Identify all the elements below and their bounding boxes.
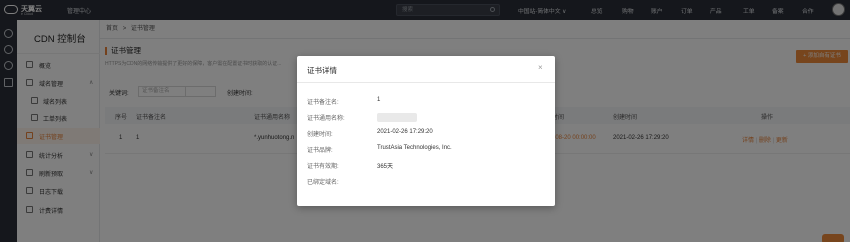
field-cert-note-name: 证书备注名: 1 — [307, 97, 547, 107]
field-value: TrustAsia Technologies, Inc. — [377, 145, 452, 151]
certificate-detail-dialog: 证书详情 × 证书备注名: 1 证书通用名称: 创建时间: 2021-02-26… — [297, 56, 555, 206]
dialog-title: 证书详情 — [307, 66, 337, 75]
field-label: 创建时间: — [307, 132, 333, 138]
redacted-value — [377, 113, 417, 122]
field-cert-validity: 证书有效期: 365天 — [307, 161, 547, 171]
field-value: 365天 — [377, 164, 394, 170]
field-label: 证书品牌: — [307, 148, 333, 154]
field-label: 证书通用名称: — [307, 116, 345, 122]
field-label: 已绑定域名: — [307, 180, 339, 186]
field-value: 2021-02-26 17:29:20 — [377, 129, 433, 135]
close-icon[interactable]: × — [538, 63, 543, 72]
field-bound-domains: 已绑定域名: — [307, 177, 547, 187]
field-cert-common-name: 证书通用名称: — [307, 113, 547, 123]
field-value: 1 — [377, 97, 381, 103]
field-label: 证书有效期: — [307, 164, 339, 170]
field-label: 证书备注名: — [307, 100, 339, 106]
field-created-time: 创建时间: 2021-02-26 17:29:20 — [307, 129, 547, 139]
dialog-header: 证书详情 × — [297, 56, 555, 83]
field-cert-brand: 证书品牌: TrustAsia Technologies, Inc. — [307, 145, 547, 155]
